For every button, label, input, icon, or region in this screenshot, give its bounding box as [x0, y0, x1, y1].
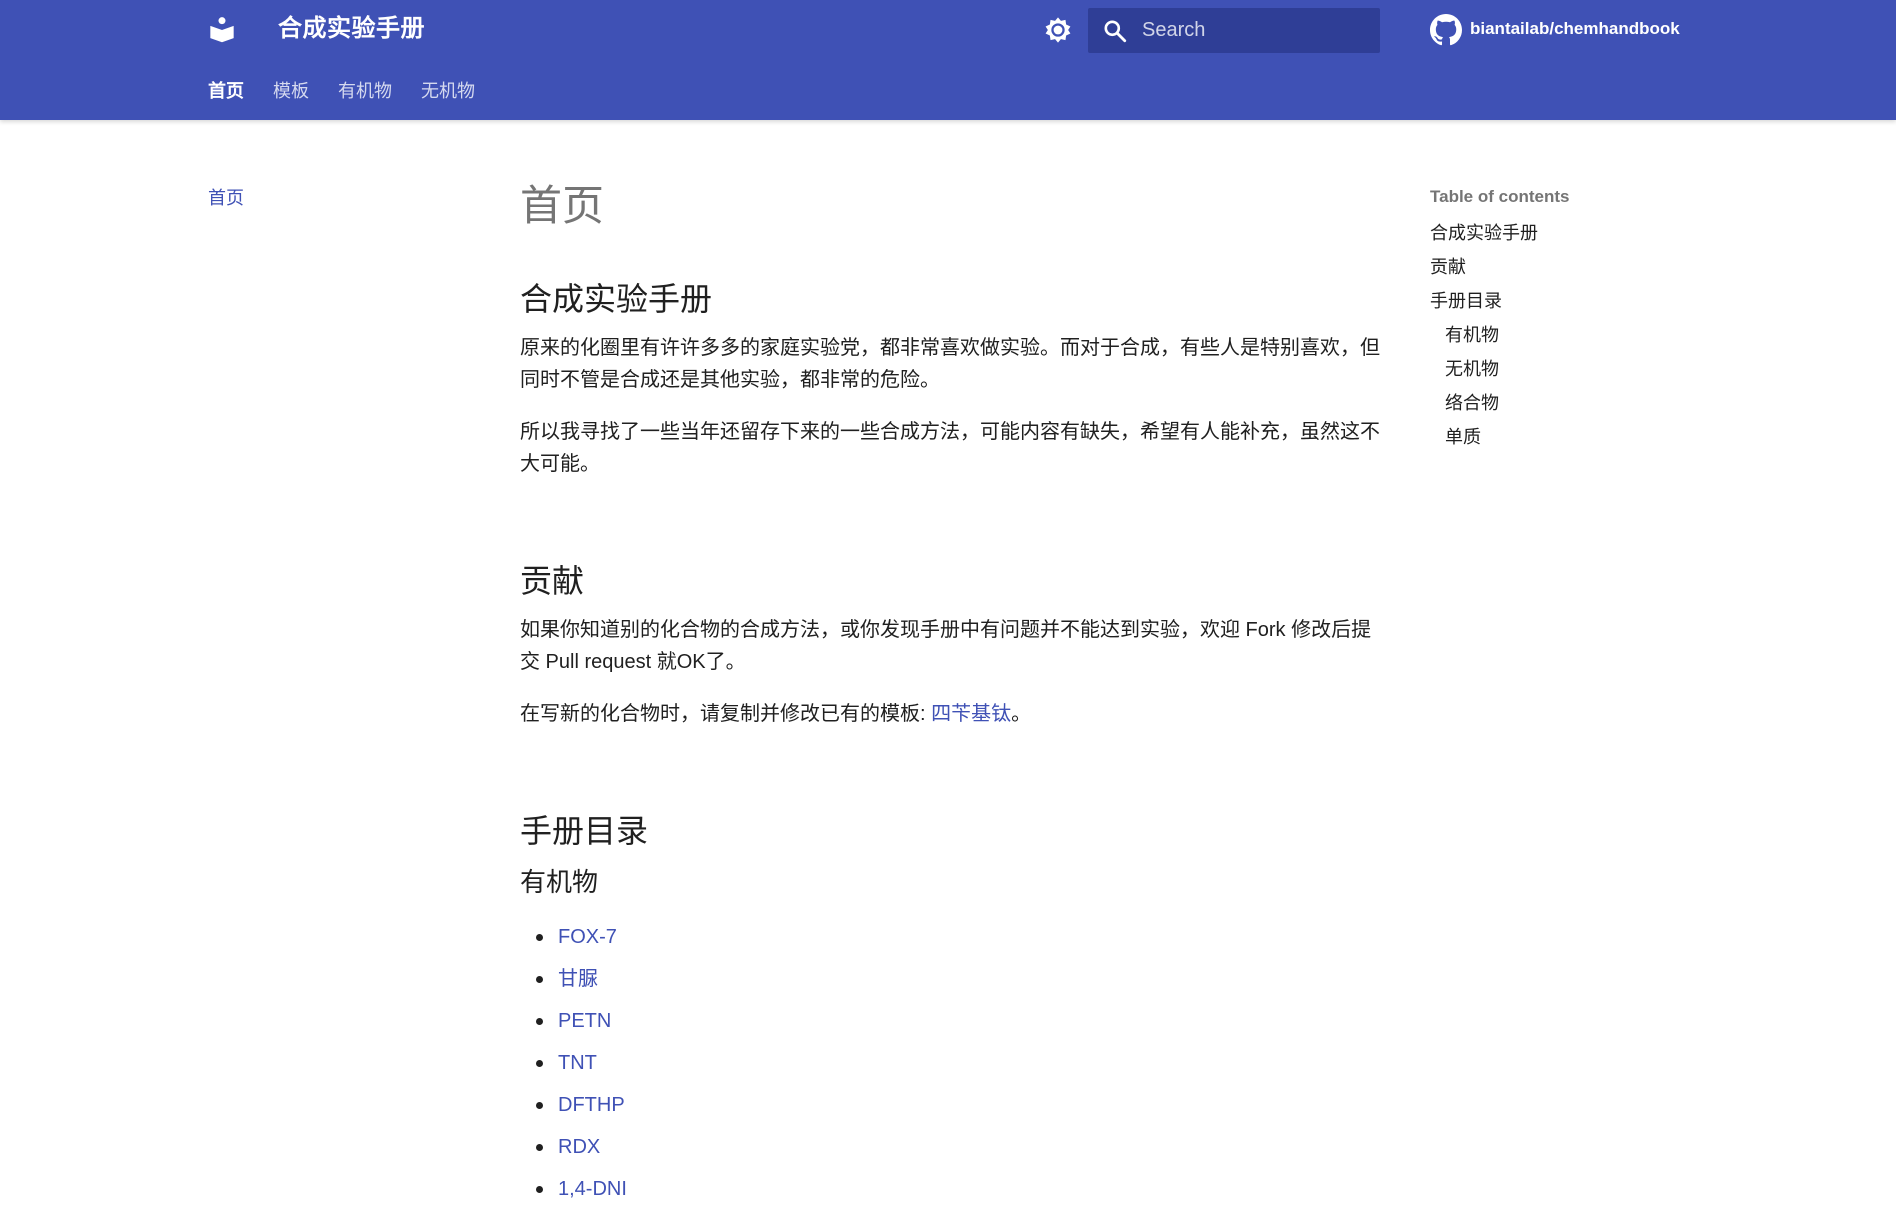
tab-inorganic[interactable]: 无机物 — [421, 76, 475, 106]
table-of-contents: Table of contents 合成实验手册 贡献 手册目录 有机物 无机物… — [1430, 184, 1710, 454]
main-content: 首页 合成实验手册 原来的化圈里有许许多多的家庭实验党，都非常喜欢做实验。而对于… — [520, 178, 1382, 1216]
organic-list: FOX-7 甘脲 PETN TNT DFTHP RDX 1,4-DNI — [520, 922, 1382, 1204]
contribute-text: 在写新的化合物时，请复制并修改已有的模板: — [520, 703, 932, 725]
toc-title: Table of contents — [1430, 187, 1570, 206]
compound-link[interactable]: RDX — [558, 1136, 600, 1158]
toc-item-contribute[interactable]: 贡献 — [1430, 250, 1710, 284]
toc-item-handbook[interactable]: 合成实验手册 — [1430, 216, 1710, 250]
search-box[interactable] — [1088, 8, 1380, 53]
compound-link[interactable]: FOX-7 — [558, 926, 617, 948]
top-tabs: 首页 模板 有机物 无机物 — [208, 76, 504, 106]
site-title[interactable]: 合成实验手册 — [278, 12, 425, 46]
subheading-organic: 有机物 — [520, 867, 599, 897]
tab-home[interactable]: 首页 — [208, 76, 244, 106]
toc-item-element[interactable]: 单质 — [1430, 420, 1710, 454]
book-reader-icon[interactable] — [208, 16, 236, 44]
list-item: RDX — [536, 1132, 1382, 1162]
search-icon — [1104, 20, 1127, 43]
intro-paragraph-2: 所以我寻找了一些当年还留存下来的一些合成方法，可能内容有缺失，希望有人能补充，虽… — [520, 421, 1380, 475]
section-heading-intro: 合成实验手册 — [520, 281, 713, 317]
compound-link[interactable]: PETN — [558, 1010, 611, 1032]
contribute-paragraph-1: 如果你知道别的化合物的合成方法，或你发现手册中有问题并不能达到实验，欢迎 For… — [520, 619, 1372, 673]
compound-link[interactable]: 1,4-DNI — [558, 1178, 627, 1200]
page-title: 首页 — [520, 182, 605, 229]
section-heading-contribute: 贡献 — [520, 563, 585, 599]
intro-paragraph-1: 原来的化圈里有许许多多的家庭实验党，都非常喜欢做实验。而对于合成，有些人是特别喜… — [520, 337, 1380, 391]
list-item: 甘脲 — [536, 964, 1382, 994]
contribute-paragraph-2: 在写新的化合物时，请复制并修改已有的模板: 四苄基钛。 — [520, 698, 1382, 730]
compound-link[interactable]: DFTHP — [558, 1094, 625, 1116]
compound-link[interactable]: 甘脲 — [558, 968, 598, 990]
list-item: DFTHP — [536, 1090, 1382, 1120]
github-icon — [1430, 14, 1462, 46]
toc-item-complex[interactable]: 络合物 — [1430, 386, 1710, 420]
toc-item-inorganic[interactable]: 无机物 — [1430, 352, 1710, 386]
contribute-suffix: 。 — [1011, 703, 1032, 725]
list-item: FOX-7 — [536, 922, 1382, 952]
left-nav-item-home[interactable]: 首页 — [208, 188, 244, 208]
brightness-icon[interactable] — [1042, 14, 1074, 46]
tab-templates[interactable]: 模板 — [273, 76, 309, 106]
list-item: TNT — [536, 1048, 1382, 1078]
repo-name: biantailab/chemhandbook — [1470, 19, 1680, 38]
top-header: 合成实验手册 biantailab/chemhandbook 首页 模板 有机物… — [0, 0, 1896, 120]
toc-item-catalog[interactable]: 手册目录 — [1430, 284, 1710, 318]
tab-organic[interactable]: 有机物 — [338, 76, 392, 106]
left-nav: 首页 — [208, 184, 244, 212]
toc-item-organic[interactable]: 有机物 — [1430, 318, 1710, 352]
search-input[interactable] — [1142, 8, 1372, 53]
section-heading-catalog: 手册目录 — [520, 813, 649, 849]
compound-link[interactable]: TNT — [558, 1052, 597, 1074]
template-link[interactable]: 四苄基钛 — [931, 703, 1011, 725]
list-item: PETN — [536, 1006, 1382, 1036]
